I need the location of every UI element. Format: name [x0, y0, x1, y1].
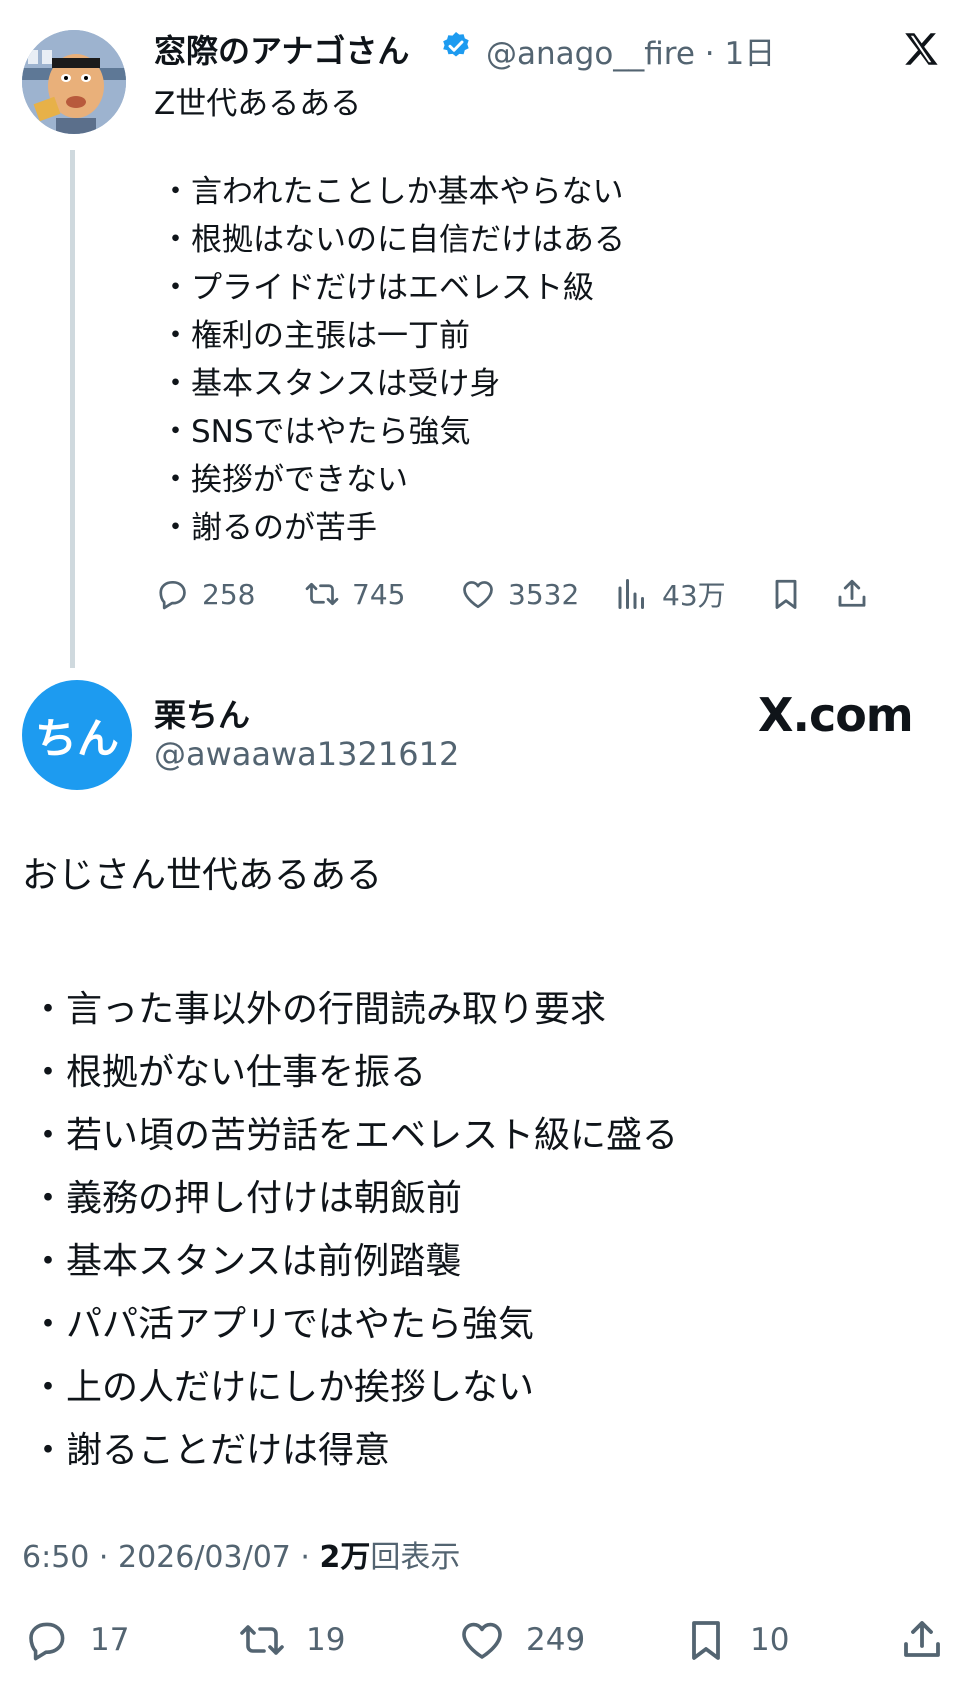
bookmark-button[interactable]: [768, 572, 816, 616]
list-item: ・根拠がない仕事を振る: [30, 1052, 427, 1093]
share-button[interactable]: [898, 1612, 966, 1668]
share-icon: [904, 1621, 940, 1657]
repost-icon: [305, 582, 339, 606]
tweet-timestamp-views: 6:50 · 2026/03/07 · 2万回表示: [22, 1532, 460, 1576]
timestamp[interactable]: 6:50 · 2026/03/07 ·: [22, 1540, 320, 1575]
repost-button[interactable]: 19: [238, 1612, 345, 1668]
bookmark-count: 10: [750, 1622, 790, 1658]
list-item: ・義務の押し付けは朝飯前: [30, 1178, 463, 1219]
quoted-tweet-actions: 258 745 3532 43万: [154, 572, 940, 616]
tweet-actions: 17 19 249 10: [22, 1612, 952, 1668]
views-button[interactable]: 43万: [614, 572, 726, 616]
list-item: ・基本スタンスは受け身: [160, 366, 501, 402]
views-label: 回表示: [370, 1540, 461, 1575]
analytics-bar-chart-icon: [618, 579, 644, 609]
reply-count: 258: [202, 577, 256, 611]
cartoon-avatar-image: [22, 30, 126, 134]
list-item: ・基本スタンスは前例踏襲: [30, 1241, 462, 1282]
list-item: ・謝ることだけは得意: [30, 1430, 391, 1471]
like-button[interactable]: 249: [458, 1612, 585, 1668]
share-icon: [838, 579, 866, 607]
quoted-author-name[interactable]: 窓際のアナゴさん: [154, 26, 409, 72]
views-count: 2万: [319, 1540, 371, 1575]
like-button[interactable]: 3532: [460, 572, 579, 616]
repost-button[interactable]: 745: [304, 572, 405, 616]
reply-count: 17: [90, 1622, 130, 1658]
x-com-watermark: X.com: [758, 688, 914, 742]
list-item: ・根拠はないのに自信だけはある: [160, 222, 625, 258]
bookmark-button[interactable]: 10: [682, 1612, 789, 1668]
heart-icon: [462, 1622, 502, 1659]
list-item: ・言われたことしか基本やらない: [160, 174, 624, 210]
quoted-tweet-list: ・言われたことしか基本やらない ・根拠はないのに自信だけはある ・プライドだけは…: [160, 168, 625, 552]
tweet-list: ・言った事以外の行間読み取り要求 ・根拠がない仕事を振る ・若い頃の苦労話をエベ…: [30, 978, 678, 1482]
reply-button[interactable]: 17: [22, 1612, 129, 1668]
reply-icon: [159, 580, 186, 610]
list-item: ・言った事以外の行間読み取り要求: [30, 989, 607, 1030]
author-handle[interactable]: @awaawa1321612: [154, 735, 459, 773]
quoted-tweet-intro: Z世代あるある: [154, 86, 362, 122]
reply-icon: [29, 1622, 65, 1661]
list-item: ・上の人だけにしか挨拶しない: [30, 1367, 535, 1408]
list-item: ・謝るのが苦手: [160, 510, 377, 546]
list-item: ・若い頃の苦労話をエベレスト級に盛る: [30, 1115, 679, 1156]
author-avatar[interactable]: [22, 30, 126, 134]
tweet-intro: おじさん世代あるある: [22, 855, 383, 896]
list-item: ・プライドだけはエベレスト級: [160, 270, 594, 306]
author-avatar[interactable]: ちん: [22, 680, 132, 790]
heart-icon: [463, 581, 493, 609]
repost-count: 19: [306, 1622, 346, 1658]
repost-count: 745: [352, 577, 406, 611]
author-name[interactable]: 栗ちん: [154, 690, 250, 736]
thread-connector-line: [70, 150, 75, 668]
view-count: 43万: [662, 579, 726, 612]
verified-badge-icon: [443, 32, 469, 57]
list-item: ・SNSではやたら強気: [160, 414, 471, 450]
list-item: ・挨拶ができない: [160, 462, 408, 498]
bookmark-icon: [775, 579, 797, 609]
x-logo-icon: [905, 33, 938, 65]
quoted-author-handle-time[interactable]: @anago__fire · 1日: [486, 28, 775, 73]
list-item: ・権利の主張は一丁前: [160, 318, 470, 354]
bookmark-icon: [692, 1621, 720, 1660]
share-button[interactable]: [834, 572, 882, 616]
repost-icon: [240, 1625, 284, 1655]
like-count: 249: [526, 1622, 586, 1658]
reply-button[interactable]: 258: [154, 572, 255, 616]
like-count: 3532: [508, 577, 580, 611]
list-item: ・パパ活アプリではやたら強気: [30, 1304, 535, 1345]
